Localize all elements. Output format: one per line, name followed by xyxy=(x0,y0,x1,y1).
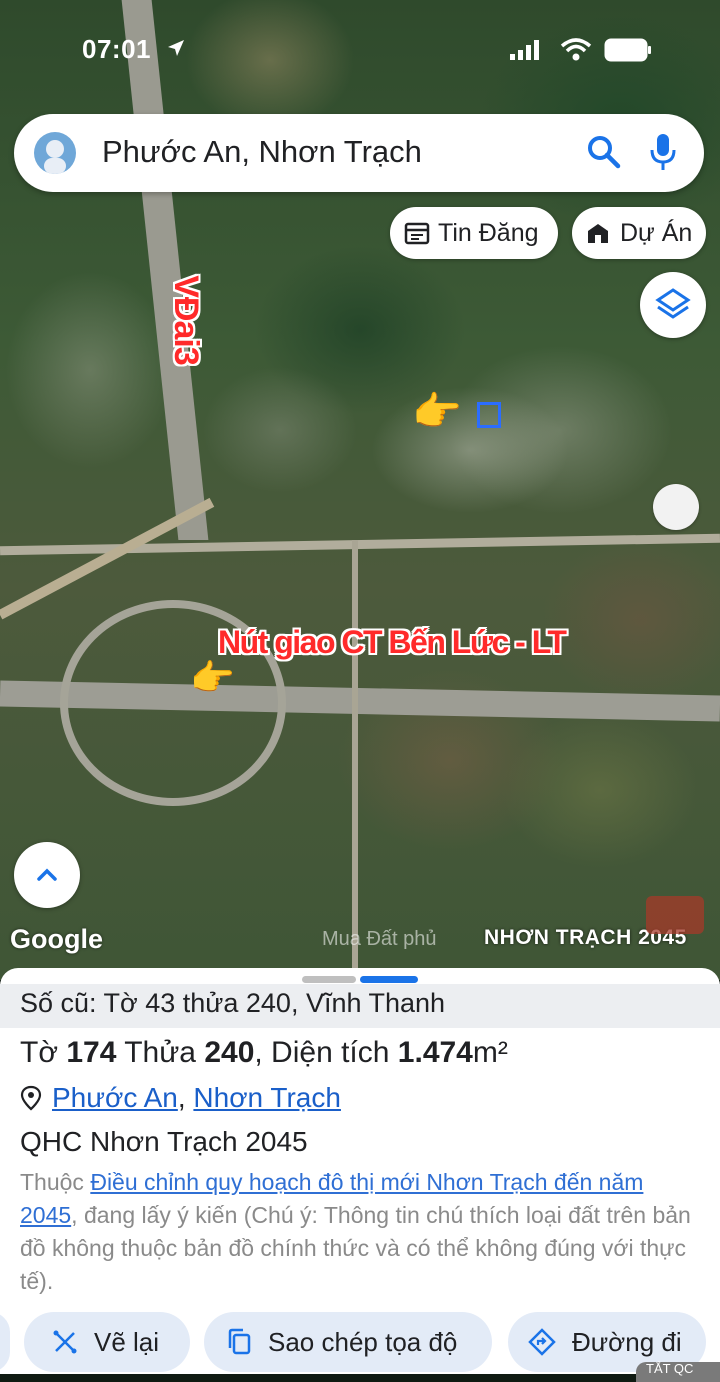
directions-label: Đường đi xyxy=(572,1326,682,1357)
old-parcel-number: Số cũ: Tờ 43 thửa 240, Vĩnh Thanh xyxy=(20,988,446,1018)
sheet-label: Tờ xyxy=(20,1036,58,1069)
wifi-icon xyxy=(560,38,592,61)
ward-link[interactable]: Phước An xyxy=(52,1082,178,1114)
status-time: 07:01 xyxy=(82,34,151,64)
search-icon[interactable] xyxy=(586,134,622,170)
brand-flag-logo xyxy=(646,896,704,934)
parcel-info-sheet: Số cũ: Tờ 43 thửa 240, Vĩnh Thanh Tờ 174… xyxy=(0,968,720,1382)
description-suffix: , đang lấy ý kiến (Chú ý: Thông tin chú … xyxy=(20,1202,691,1294)
sheet-number: 174 xyxy=(66,1036,117,1069)
parcel-title: Tờ 174 Thửa 240, Diện tích 1.474m² xyxy=(20,1036,508,1070)
plan-description: Thuộc Điều chỉnh quy hoạch đô thị mới Nh… xyxy=(20,1166,700,1298)
area-label: , Diện tích xyxy=(254,1036,390,1069)
area-value: 1.474 xyxy=(397,1036,473,1069)
location-pin-icon xyxy=(20,1085,42,1111)
plan-name: QHC Nhơn Trạch 2045 xyxy=(20,1126,308,1157)
location-separator: , xyxy=(177,1082,186,1113)
copy-icon xyxy=(228,1328,251,1355)
search-bar[interactable]: Phước An, Nhơn Trạch xyxy=(14,114,704,192)
junction-annotation-label: Nút giao CT Bến Lức - LT xyxy=(218,624,567,660)
plot-number: 240 xyxy=(204,1036,255,1069)
pointing-hand-icon: 👉 xyxy=(412,390,462,434)
projects-chip[interactable]: Dự Án xyxy=(572,207,706,259)
selected-parcel-marker[interactable] xyxy=(477,402,501,428)
copy-coordinates-label: Sao chép tọa độ xyxy=(268,1326,458,1357)
location-arrow-icon xyxy=(168,40,184,56)
listings-chip[interactable]: Tin Đăng xyxy=(390,207,558,259)
directions-icon xyxy=(528,1328,556,1356)
plot-label: Thửa xyxy=(124,1036,196,1069)
sheet-page-indicator[interactable] xyxy=(360,976,418,983)
location-row: Phước An, Nhơn Trạch xyxy=(20,1082,341,1114)
redraw-icon xyxy=(53,1330,77,1354)
district-link[interactable]: Nhơn Trạch xyxy=(193,1082,341,1114)
redraw-label: Vẽ lại xyxy=(94,1326,160,1357)
watermark-text: Mua Đất phủ xyxy=(322,928,437,950)
calendar-list-icon xyxy=(404,222,430,245)
google-logo: Google xyxy=(10,924,103,954)
satellite-map[interactable]: 07:01 Phước An, Nhơn Trạch Tin Đăng Dự Á… xyxy=(0,0,720,980)
copy-coordinates-button[interactable]: Sao chép tọa độ xyxy=(204,1312,492,1372)
avatar[interactable] xyxy=(34,132,76,174)
redraw-button[interactable]: Vẽ lại xyxy=(24,1312,190,1372)
chevron-up-icon xyxy=(37,868,57,881)
road-annotation-label: VĐai3 xyxy=(167,275,205,365)
listings-chip-label: Tin Đăng xyxy=(438,218,539,247)
local-road-vertical xyxy=(352,540,358,980)
building-icon xyxy=(588,224,608,243)
layers-button[interactable] xyxy=(640,272,706,338)
search-input[interactable]: Phước An, Nhơn Trạch xyxy=(102,134,422,170)
close-ads-pill[interactable]: TẮT QC xyxy=(636,1362,720,1382)
partial-action-button[interactable] xyxy=(0,1312,10,1372)
battery-icon xyxy=(604,38,651,62)
cellular-signal-icon xyxy=(510,40,539,60)
old-parcel-number-row: Số cũ: Tờ 43 thửa 240, Vĩnh Thanh xyxy=(0,984,720,1028)
map-scroll-handle[interactable] xyxy=(653,484,699,530)
description-prefix: Thuộc xyxy=(20,1169,84,1195)
expand-sheet-button[interactable] xyxy=(14,842,80,908)
projects-chip-label: Dự Án xyxy=(620,218,693,247)
layers-icon xyxy=(655,288,691,319)
area-unit: m² xyxy=(472,1036,508,1069)
pointing-hand-icon: 👉 xyxy=(190,657,235,698)
status-bar: 07:01 xyxy=(0,34,720,70)
microphone-icon[interactable] xyxy=(648,132,678,172)
sheet-drag-handle[interactable] xyxy=(302,976,356,983)
